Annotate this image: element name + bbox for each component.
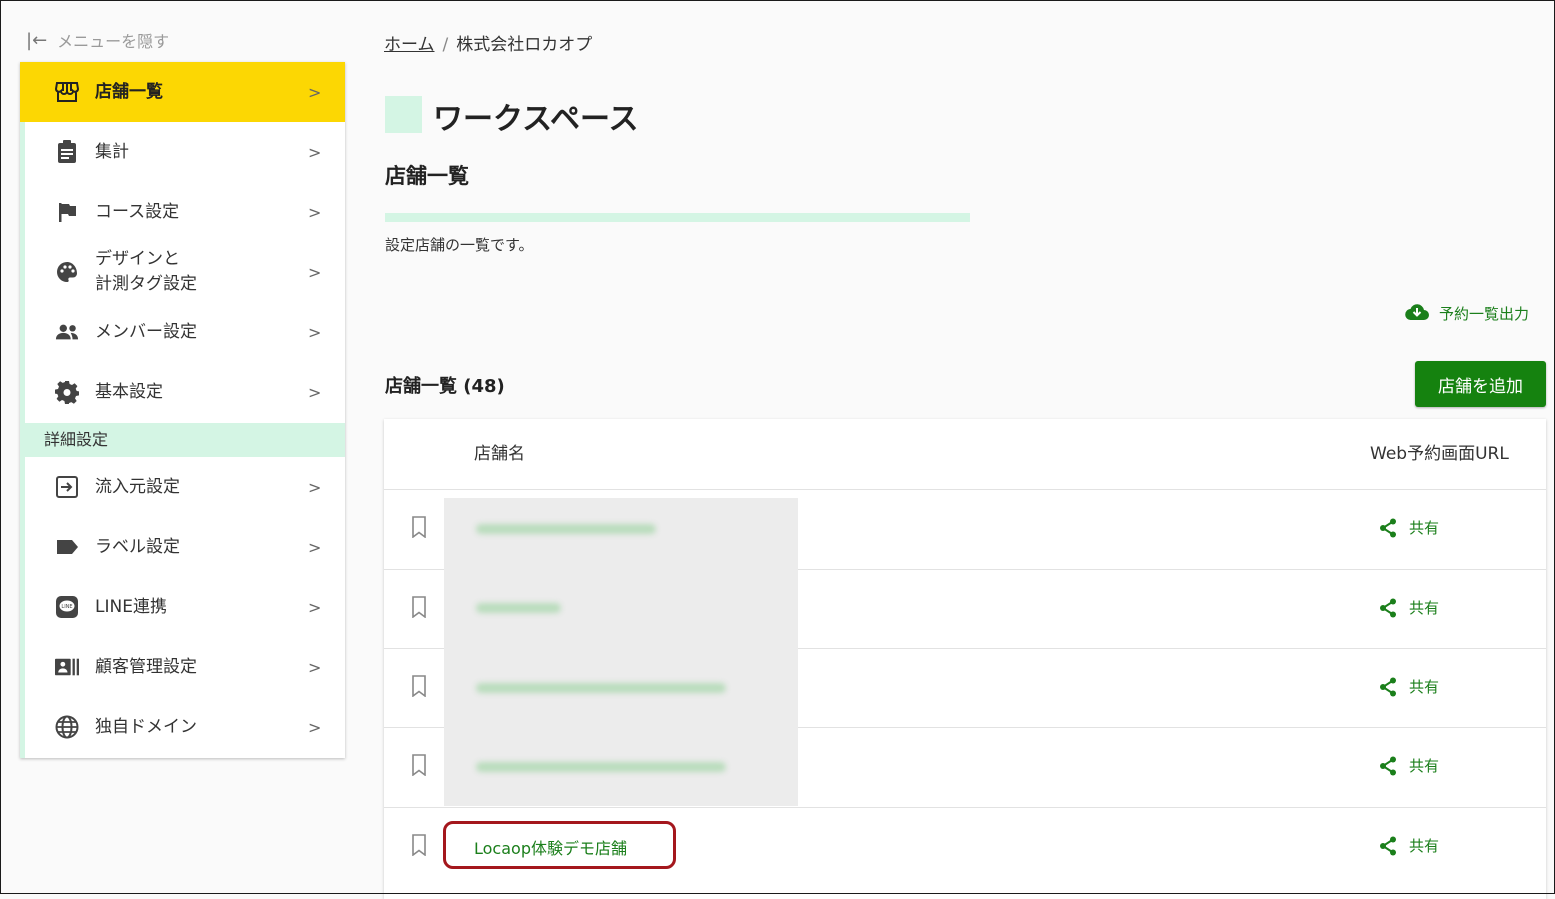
sidebar-item-label: コース設定 [95, 201, 180, 222]
share-icon [1380, 598, 1396, 617]
chevron-right-icon: > [308, 262, 322, 282]
redacted-text [476, 603, 561, 613]
collapse-left-icon: |← [26, 29, 48, 51]
redacted-text [476, 762, 726, 772]
contact-card-icon [55, 655, 79, 679]
page-description: 設定店舗の一覧です。 [385, 236, 534, 254]
sidebar-item-source[interactable]: 流入元設定 > [25, 457, 345, 517]
section-header-advanced: 詳細設定 [20, 423, 345, 457]
bookmark-icon[interactable] [411, 516, 427, 538]
chevron-right-icon: > [308, 382, 322, 402]
sidebar-item-label: 店舗一覧 [95, 81, 163, 102]
share-button[interactable]: 共有 [1379, 835, 1439, 856]
share-icon [1380, 756, 1396, 775]
sidebar-item-customer[interactable]: 顧客管理設定 > [25, 637, 345, 697]
svg-text:LINE: LINE [61, 604, 72, 610]
share-button[interactable]: 共有 [1379, 517, 1439, 538]
flag-icon [55, 200, 79, 224]
store-list-count-title: 店舗一覧 (48) [385, 376, 505, 397]
chevron-right-icon: > [308, 537, 322, 557]
globe-icon [55, 715, 79, 739]
people-icon [55, 320, 79, 344]
chevron-right-icon: > [308, 142, 322, 162]
sidebar-item-label: 流入元設定 [95, 476, 180, 497]
table-row: Locaop体験デモ店舗 共有 [384, 807, 1546, 887]
share-label: 共有 [1409, 678, 1440, 696]
sidebar-item-stores[interactable]: 店舗一覧 > [20, 62, 345, 122]
share-button[interactable]: 共有 [1379, 755, 1439, 776]
bookmark-icon[interactable] [411, 675, 427, 697]
add-store-button[interactable]: 店舗を追加 [1415, 361, 1546, 407]
gear-icon [55, 380, 79, 404]
sidebar-item-domain[interactable]: 独自ドメイン > [25, 697, 345, 757]
chevron-right-icon: > [308, 597, 322, 617]
redacted-text [476, 683, 726, 693]
share-label: 共有 [1409, 757, 1440, 775]
share-label: 共有 [1409, 519, 1440, 537]
export-reservations-button[interactable]: 予約一覧出力 [1405, 303, 1529, 324]
sidebar-item-label: 顧客管理設定 [95, 656, 197, 677]
breadcrumb-home-link[interactable]: ホーム [384, 35, 435, 55]
sidebar-item-label: LINE連携 [95, 596, 167, 617]
sidebar-item-label-settings[interactable]: ラベル設定 > [25, 517, 345, 577]
column-header-web-url: Web予約画面URL [1370, 444, 1509, 464]
store-name-link[interactable]: Locaop体験デモ店舗 [474, 835, 627, 859]
workspace-color-square [385, 96, 422, 133]
chevron-right-icon: > [308, 477, 322, 497]
chevron-right-icon: > [308, 202, 322, 222]
share-label: 共有 [1409, 599, 1440, 617]
chevron-right-icon: > [308, 717, 322, 737]
chevron-right-icon: > [308, 657, 322, 677]
sidebar-item-label-line1: デザインと [95, 249, 180, 269]
export-label: 予約一覧出力 [1439, 305, 1530, 323]
label-icon [55, 535, 79, 559]
share-button[interactable]: 共有 [1379, 676, 1439, 697]
breadcrumb-current: 株式会社ロカオプ [456, 35, 593, 55]
bookmark-icon[interactable] [411, 834, 427, 856]
store-icon [55, 80, 79, 104]
sidebar-item-members[interactable]: メンバー設定 > [25, 302, 345, 362]
palette-icon [55, 260, 79, 284]
share-label: 共有 [1409, 837, 1440, 855]
sidebar-item-label-line2: 計測タグ設定 [95, 274, 197, 294]
sidebar-item-label: メンバー設定 [95, 321, 197, 342]
sidebar-item-line[interactable]: LINE LINE連携 > [25, 577, 345, 637]
share-button[interactable]: 共有 [1379, 597, 1439, 618]
sidebar-item-course[interactable]: コース設定 > [25, 182, 345, 242]
hide-menu-button[interactable]: |← メニューを隠す [26, 28, 169, 52]
line-icon: LINE [55, 595, 79, 619]
column-header-store-name: 店舗名 [474, 444, 525, 464]
sidebar-item-design[interactable]: デザインと 計測タグ設定 > [25, 242, 345, 302]
breadcrumb: ホーム / 株式会社ロカオプ [384, 30, 592, 55]
cloud-download-icon [1405, 303, 1429, 324]
sidebar-item-label: 独自ドメイン [95, 716, 197, 737]
sidebar-item-label: ラベル設定 [95, 536, 180, 557]
redacted-store-names [444, 498, 798, 806]
sidebar: 店舗一覧 > 集計 > コース設定 > デザインと 計測タグ設定 > メンバー設… [20, 62, 345, 758]
login-icon [55, 475, 79, 499]
chevron-right-icon: > [308, 322, 322, 342]
clipboard-icon [55, 140, 79, 164]
sidebar-item-label: デザインと 計測タグ設定 [95, 247, 197, 297]
sidebar-item-basic[interactable]: 基本設定 > [25, 362, 345, 422]
sidebar-item-label: 集計 [95, 141, 129, 162]
workspace-title: ワークスペース [433, 102, 639, 137]
sidebar-item-summary[interactable]: 集計 > [25, 122, 345, 182]
breadcrumb-separator: / [442, 35, 449, 55]
share-icon [1380, 518, 1396, 537]
share-icon [1380, 836, 1396, 855]
chevron-right-icon: > [308, 82, 322, 102]
page-title: 店舗一覧 [385, 164, 469, 188]
share-icon [1380, 677, 1396, 696]
redacted-text [476, 524, 656, 534]
sidebar-item-label: 基本設定 [95, 381, 163, 402]
title-underline [385, 213, 970, 222]
hide-menu-label: メニューを隠す [57, 32, 170, 51]
bookmark-icon[interactable] [411, 754, 427, 776]
bookmark-icon[interactable] [411, 596, 427, 618]
